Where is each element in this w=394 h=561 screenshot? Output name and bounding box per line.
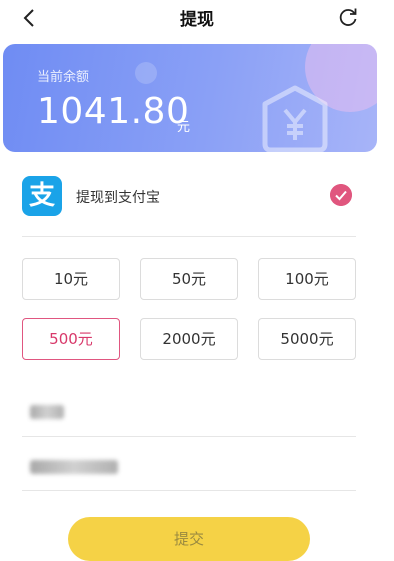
submit-button[interactable]: 提交 xyxy=(68,517,310,561)
divider xyxy=(22,236,356,237)
withdraw-method-label: 提现到支付宝 xyxy=(76,190,160,206)
balance-amount: 1041.80 xyxy=(37,91,190,132)
redacted-account-number xyxy=(30,460,118,474)
amount-option-2000[interactable]: 2000元 xyxy=(140,318,238,360)
balance-label: 当前余额 xyxy=(37,70,90,85)
withdraw-method-row[interactable]: 支 提现到支付宝 xyxy=(22,176,356,222)
amount-option-500[interactable]: 500元 xyxy=(22,318,120,360)
redacted-account-name xyxy=(30,405,64,419)
balance-unit: 元 xyxy=(177,120,191,135)
amount-option-100[interactable]: 100元 xyxy=(258,258,356,300)
alipay-icon: 支 xyxy=(22,176,62,216)
divider xyxy=(22,490,356,491)
amount-option-5000[interactable]: 5000元 xyxy=(258,318,356,360)
amount-option-50[interactable]: 50元 xyxy=(140,258,238,300)
amount-option-10[interactable]: 10元 xyxy=(22,258,120,300)
divider xyxy=(22,436,356,437)
checkmark-icon[interactable] xyxy=(330,184,352,206)
page-title: 提现 xyxy=(180,10,214,30)
yen-shield-icon xyxy=(262,85,328,152)
refresh-icon[interactable] xyxy=(336,5,360,29)
top-nav-bar: 提现 xyxy=(0,0,394,38)
balance-card: 当前余额 1041.80 元 xyxy=(3,44,377,152)
decorative-circle xyxy=(135,62,157,84)
